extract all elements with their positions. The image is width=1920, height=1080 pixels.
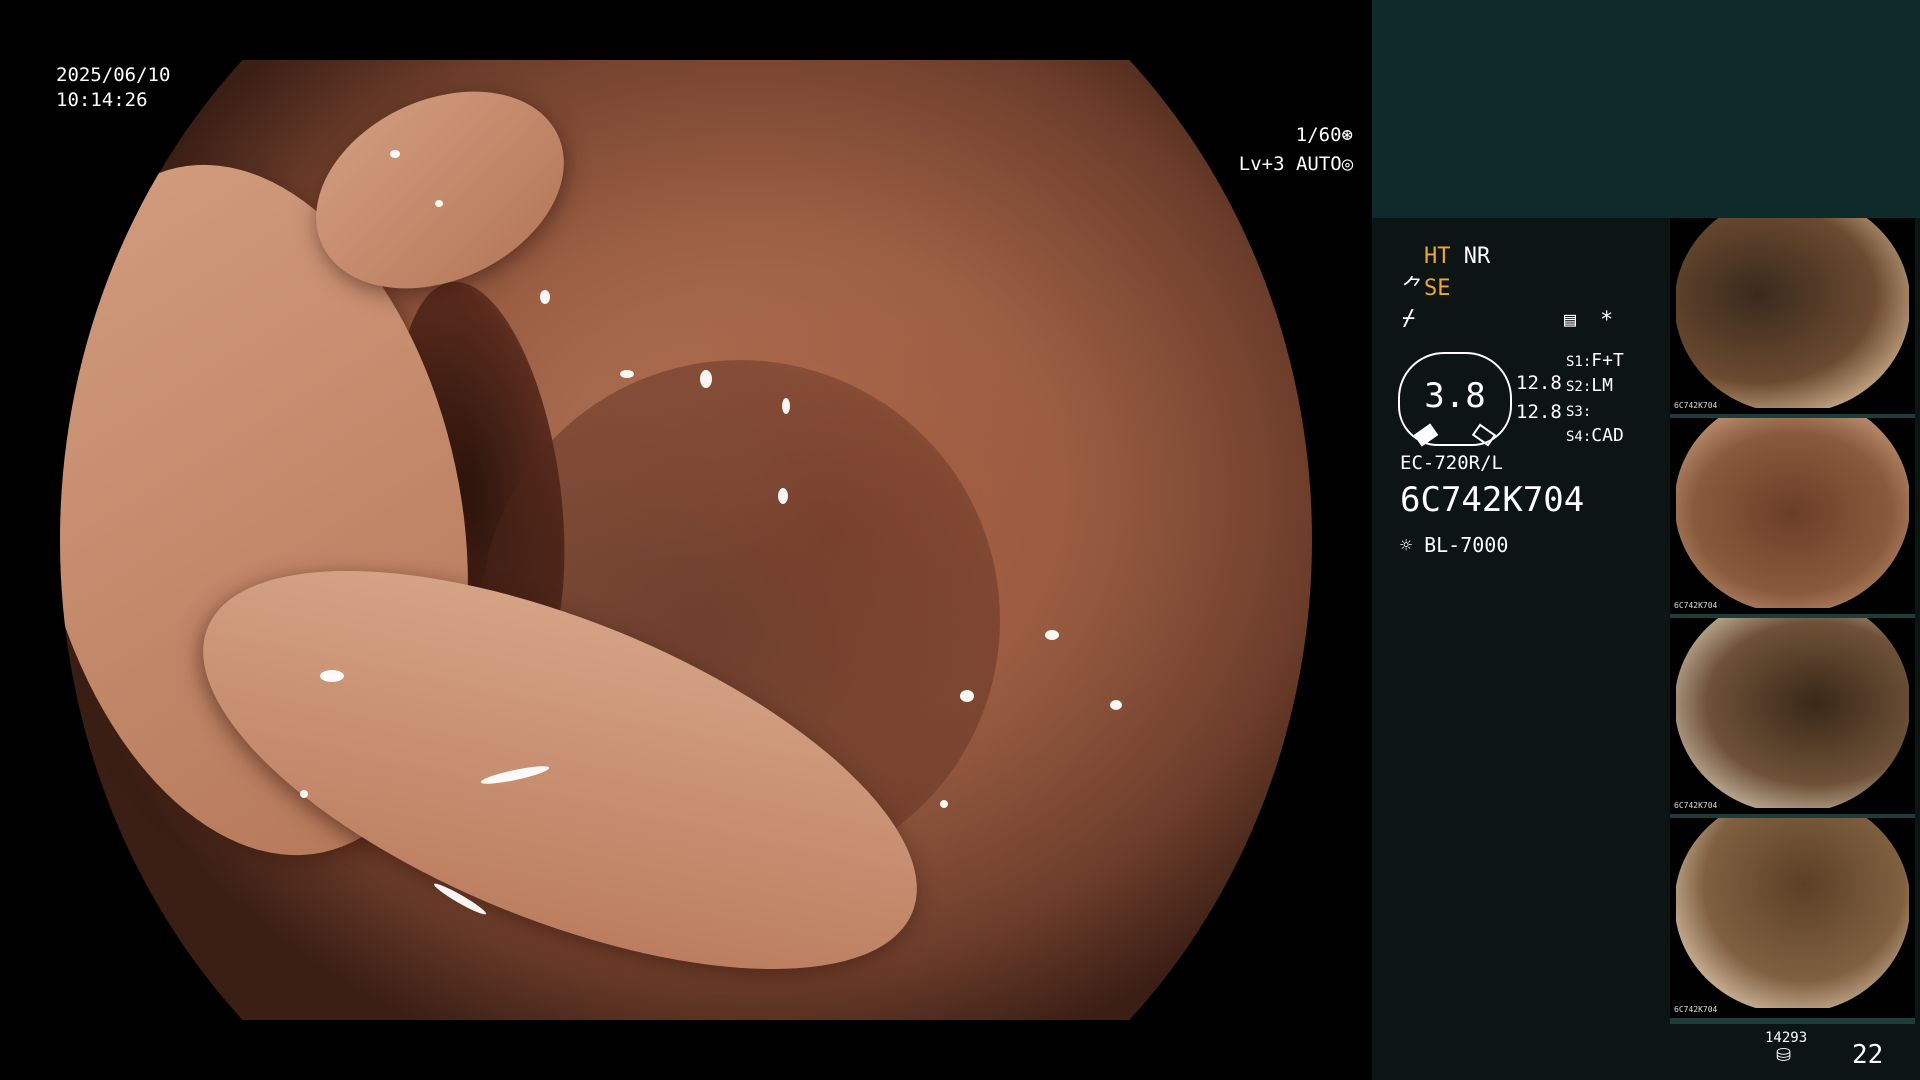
highlight bbox=[1045, 630, 1059, 640]
highlight bbox=[320, 670, 344, 682]
star-label: * bbox=[1600, 308, 1614, 333]
highlight bbox=[540, 290, 550, 304]
readout-2: 12.8 bbox=[1516, 401, 1562, 423]
thumbnail-4[interactable]: 6C742K704 bbox=[1670, 818, 1915, 1024]
level-value: Lv+3 bbox=[1238, 153, 1285, 175]
structure-enhance-icon: ⺈ bbox=[1402, 276, 1425, 301]
gauge-right-marker bbox=[1471, 423, 1497, 447]
storage-counter: 14293 bbox=[1765, 1030, 1808, 1046]
highlight bbox=[300, 790, 308, 798]
scope-serial: 6C742K704 bbox=[1400, 480, 1585, 520]
highlight bbox=[620, 370, 634, 378]
image-count: 22 bbox=[1852, 1040, 1884, 1070]
settings-icon: ▤ bbox=[1564, 307, 1577, 331]
endoscope-view bbox=[60, 53, 1312, 1052]
s1-label: S1: bbox=[1566, 354, 1592, 370]
s2-value: LM bbox=[1591, 375, 1613, 396]
storage-icon: ⛁ bbox=[1776, 1045, 1792, 1066]
thumbnail-serial: 6C742K704 bbox=[1674, 601, 1718, 610]
magnification-gauge: 3.8 bbox=[1398, 352, 1512, 447]
scope-model: EC-720R/L bbox=[1400, 452, 1503, 474]
ht-label: HT bbox=[1424, 244, 1451, 269]
gauge-value: 3.8 bbox=[1424, 376, 1486, 416]
iris-icon: ◎ bbox=[1341, 153, 1354, 175]
enhancement-status: HT NR bbox=[1424, 244, 1490, 270]
light-source-icon: ☼ bbox=[1400, 533, 1413, 557]
highlight bbox=[960, 690, 974, 702]
thumbnail-image bbox=[1676, 818, 1909, 1008]
highlight bbox=[390, 150, 400, 158]
gauge-left-marker bbox=[1413, 423, 1439, 447]
switch-s4: S4:CAD bbox=[1566, 423, 1624, 450]
endoscope-image-area: 2025/06/10 10:14:26 1/60⊛ Lv+3 AUTO◎ bbox=[0, 0, 1372, 1080]
s4-label: S4: bbox=[1566, 429, 1592, 445]
structure-enhance: ⺈SE bbox=[1402, 276, 1451, 302]
thumbnail-1[interactable]: 6C742K704 bbox=[1670, 218, 1915, 420]
switch-s3: S3: bbox=[1566, 398, 1591, 425]
s3-label: S3: bbox=[1566, 404, 1592, 420]
s1-value: F+T bbox=[1591, 350, 1624, 371]
s2-label: S2: bbox=[1566, 379, 1592, 395]
thumbnail-image bbox=[1676, 218, 1909, 408]
thumbnail-serial: 6C742K704 bbox=[1674, 1005, 1718, 1014]
exposure-readout: Lv+3 AUTO◎ bbox=[1193, 127, 1353, 202]
highlight bbox=[778, 488, 788, 504]
thumbnail-image bbox=[1676, 418, 1909, 608]
thumbnail-2[interactable]: 6C742K704 bbox=[1670, 418, 1915, 620]
highlight bbox=[1110, 700, 1122, 710]
readout-1: 12.8 bbox=[1516, 372, 1562, 394]
thumbnail-image bbox=[1676, 618, 1909, 808]
panel-header bbox=[1372, 0, 1920, 218]
nr-label: NR bbox=[1463, 244, 1491, 269]
time-label: 10:14:26 bbox=[56, 89, 148, 111]
switch-s1: S1:F+T bbox=[1566, 348, 1624, 375]
color-mode-icon: ⌿ bbox=[1402, 306, 1416, 331]
thumbnail-serial: 6C742K704 bbox=[1674, 801, 1718, 810]
light-source: ☼ BL-7000 bbox=[1400, 532, 1508, 558]
highlight bbox=[700, 370, 712, 388]
date-label: 2025/06/10 bbox=[56, 64, 171, 86]
s4-value: CAD bbox=[1591, 425, 1624, 446]
switch-s2: S2:LM bbox=[1566, 373, 1613, 400]
thumbnail-serial: 6C742K704 bbox=[1674, 401, 1718, 410]
highlight bbox=[940, 800, 948, 808]
iris-mode: AUTO bbox=[1295, 153, 1342, 175]
thumbnail-3[interactable]: 6C742K704 bbox=[1670, 618, 1915, 820]
info-panel: HT NR ⺈SE ⌿ ▤ * 3.8 12.8 12.8 S1:F+T S2:… bbox=[1372, 0, 1920, 1080]
se-label: SE bbox=[1424, 276, 1451, 301]
highlight bbox=[782, 398, 790, 414]
highlight bbox=[435, 200, 443, 207]
light-source-model: BL-7000 bbox=[1424, 533, 1509, 557]
